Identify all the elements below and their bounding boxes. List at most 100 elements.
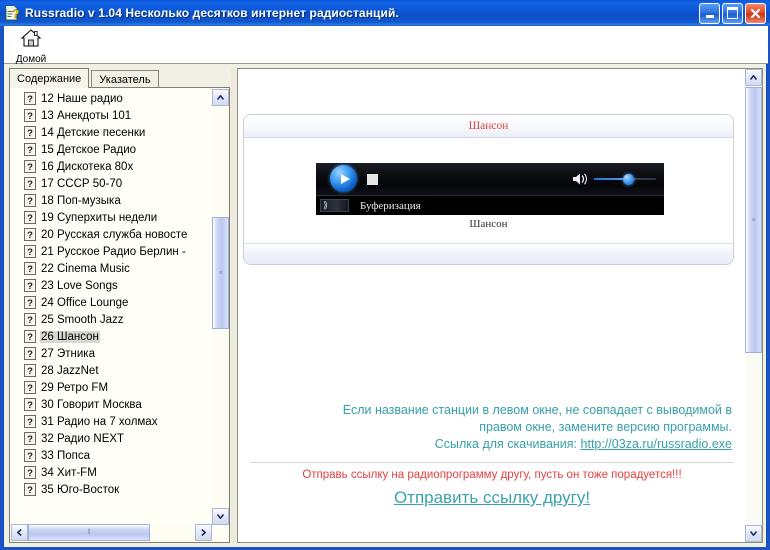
help-topic-icon: ? [24, 296, 36, 309]
help-topic-icon: ? [24, 160, 36, 173]
tree-scroll-up-button[interactable] [212, 89, 229, 106]
topic-item[interactable]: ? 24 Office Lounge [12, 294, 212, 311]
svg-text:?: ? [12, 7, 19, 21]
client-area: Домой Содержание Указатель ? 12 Наше рад… [3, 26, 768, 547]
svg-text:?: ? [27, 315, 33, 326]
volume-thumb[interactable] [623, 174, 634, 185]
topic-item[interactable]: ? 23 Love Songs [12, 277, 212, 294]
tree-vertical-scrollbar[interactable]: ≡ [212, 89, 229, 525]
topic-item[interactable]: ? 14 Детские песенки [12, 124, 212, 141]
help-topic-icon: ? [24, 126, 36, 139]
topic-item-label: 31 Радио на 7 холмах [41, 415, 158, 428]
tab-index-label: Указатель [99, 73, 151, 86]
topic-list[interactable]: ? 12 Наше радио ? 13 Анекдоты 101 ? 14 Д… [12, 90, 212, 500]
tree-scroll-right-button[interactable] [195, 524, 212, 541]
topic-item[interactable]: ? 26 Шансон [12, 328, 212, 345]
topic-item[interactable]: ? 28 JazzNet [12, 362, 212, 379]
notice-line-2: правом окне, замените версию программы. [479, 420, 732, 434]
topic-item-label: 26 Шансон [40, 330, 100, 343]
svg-text:?: ? [27, 400, 33, 411]
tree-horizontal-scrollbar[interactable]: ⦀ [11, 524, 212, 541]
topic-item[interactable]: ? 20 Русская служба новосте [12, 226, 212, 243]
content-scroll-down-button[interactable] [745, 525, 762, 542]
chevron-down-icon [750, 531, 757, 536]
volume-slider[interactable] [594, 172, 656, 186]
minimize-button[interactable] [699, 2, 720, 24]
topic-item-label: 15 Детское Радио [41, 143, 137, 156]
topic-item[interactable]: ? 16 Дискотека 80х [12, 158, 212, 175]
topic-item-label: 27 Этника [41, 347, 95, 360]
topic-item[interactable]: ? 32 Радио NEXT [12, 430, 212, 447]
svg-text:?: ? [27, 247, 33, 258]
content-scroll-up-button[interactable] [745, 69, 762, 86]
svg-text:?: ? [27, 417, 33, 428]
version-notice: Если название станции в левом окне, не с… [252, 402, 732, 453]
stop-button[interactable] [367, 174, 378, 185]
topic-item[interactable]: ? 17 СССР 50-70 [12, 175, 212, 192]
topic-item[interactable]: ? 27 Этника [12, 345, 212, 362]
content-scrollbar-thumb[interactable]: ≡ [745, 87, 762, 353]
pane-splitter[interactable] [231, 68, 236, 543]
player-card: Шансон ⟫ Буферизация Шансон [243, 114, 734, 265]
topic-tree[interactable]: ? 12 Наше радио ? 13 Анекдоты 101 ? 14 Д… [9, 87, 230, 543]
download-link[interactable]: http://03za.ru/russradio.exe [581, 437, 732, 451]
tree-hscrollbar-thumb[interactable]: ⦀ [28, 524, 150, 541]
topic-item[interactable]: ? 12 Наше радио [12, 90, 212, 107]
chevron-down-icon [217, 514, 224, 519]
home-button[interactable]: Домой [11, 28, 51, 65]
topic-item[interactable]: ? 35 Юго-Восток [12, 481, 212, 498]
topic-item[interactable]: ? 31 Радио на 7 холмах [12, 413, 212, 430]
topic-item[interactable]: ? 13 Анекдоты 101 [12, 107, 212, 124]
tab-index[interactable]: Указатель [91, 70, 159, 88]
help-topic-icon: ? [24, 483, 36, 496]
help-topic-icon: ? [24, 279, 36, 292]
topic-item[interactable]: ? 15 Детское Радио [12, 141, 212, 158]
topic-item[interactable]: ? 25 Smooth Jazz [12, 311, 212, 328]
maximize-icon [727, 7, 738, 19]
topic-item[interactable]: ? 36 Звезда [12, 498, 212, 500]
svg-text:?: ? [27, 349, 33, 360]
help-topic-icon: ? [24, 330, 36, 343]
player-card-body: ⟫ Буферизация Шансон [244, 138, 733, 243]
help-topic-icon: ? [24, 347, 36, 360]
scrollbar-grip: ≡ [218, 269, 223, 277]
topic-item-label: 30 Говорит Москва [41, 398, 142, 411]
tree-scrollbar-thumb[interactable]: ≡ [212, 217, 229, 329]
maximize-button[interactable] [722, 2, 743, 24]
home-icon [20, 28, 42, 53]
topic-item[interactable]: ? 18 Поп-музыка [12, 192, 212, 209]
close-button[interactable] [745, 2, 766, 24]
topic-item-label: 28 JazzNet [41, 364, 99, 377]
topic-item[interactable]: ? 22 Cinema Music [12, 260, 212, 277]
topic-item-label: 14 Детские песенки [41, 126, 146, 139]
tab-contents[interactable]: Содержание [9, 68, 90, 88]
help-topic-icon: ? [24, 415, 36, 428]
topic-item[interactable]: ? 21 Русское Радио Берлин - [12, 243, 212, 260]
help-topic-icon: ? [24, 398, 36, 411]
topic-item-label: 29 Ретро FM [41, 381, 109, 394]
notice-line-3: Ссылка для скачивания: http://03za.ru/ru… [252, 436, 732, 453]
chevron-left-icon [17, 529, 22, 536]
help-topic-icon: ? [24, 364, 36, 377]
topic-item-label: 20 Русская служба новосте [41, 228, 188, 241]
svg-text:?: ? [27, 213, 33, 224]
play-icon [340, 173, 350, 184]
topic-item-label: 33 Попса [41, 449, 91, 462]
play-button[interactable] [330, 165, 357, 192]
topic-item[interactable]: ? 33 Попса [12, 447, 212, 464]
topic-item[interactable]: ? 34 Хит-FM [12, 464, 212, 481]
topic-item[interactable]: ? 29 Ретро FM [12, 379, 212, 396]
tree-scroll-down-button[interactable] [212, 508, 229, 525]
topic-item-label: 21 Русское Радио Берлин - [41, 245, 186, 258]
topic-item[interactable]: ? 30 Говорит Москва [12, 396, 212, 413]
content-vertical-scrollbar[interactable]: ≡ [745, 69, 762, 542]
tree-scroll-left-button[interactable] [11, 524, 28, 541]
speaker-icon[interactable] [572, 172, 590, 186]
topic-item[interactable]: ? 19 Суперхиты недели [12, 209, 212, 226]
topic-item-label: 32 Радио NEXT [41, 432, 125, 445]
station-caption: Шансон [469, 218, 508, 230]
svg-text:?: ? [27, 332, 33, 343]
station-title: Шансон [468, 120, 509, 132]
minimize-icon [705, 14, 714, 18]
share-link[interactable]: Отправить ссылку другу! [394, 488, 590, 507]
